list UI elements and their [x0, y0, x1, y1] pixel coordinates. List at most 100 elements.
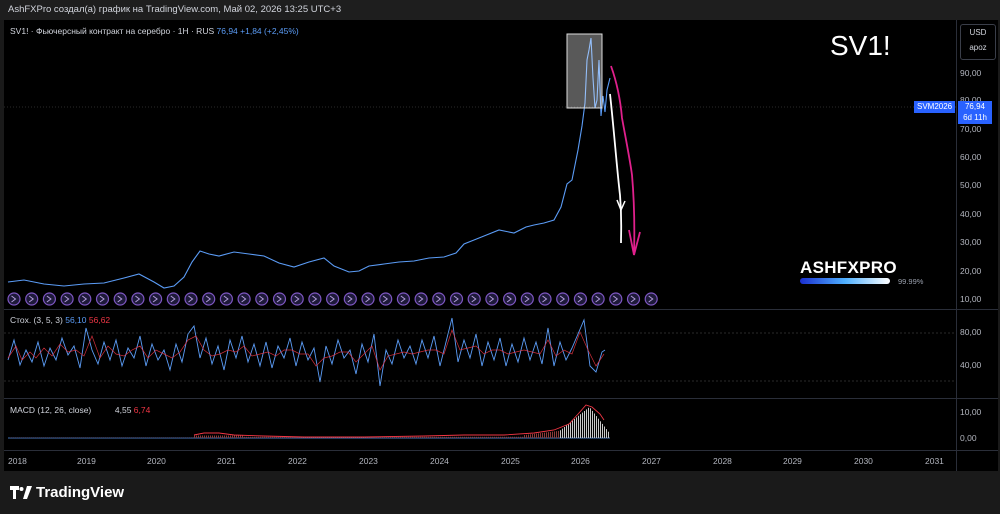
macd-bar [282, 436, 283, 438]
macd-bar [586, 409, 587, 438]
event-marker [626, 292, 641, 306]
macd-bar [394, 436, 395, 438]
time-axis-year: 2026 [571, 456, 590, 466]
macd-bar [408, 436, 409, 438]
macd-bar [280, 436, 281, 438]
last-price-tag: 76,94 6d 11h [958, 101, 992, 124]
macd-bar [452, 436, 453, 438]
macd-bar [446, 436, 447, 438]
macd-bar [420, 436, 421, 438]
macd-bar [262, 436, 263, 438]
macd-bar [588, 407, 589, 438]
macd-label: MACD (12, 26, close) [10, 405, 92, 415]
macd-bar [600, 421, 601, 438]
macd-bar [568, 423, 569, 438]
macd-bar [522, 436, 523, 438]
macd-bar [462, 436, 463, 438]
macd-bar [264, 436, 265, 438]
macd-bar [208, 435, 209, 438]
macd-bar [276, 436, 277, 438]
macd-bar [544, 432, 545, 438]
macd-bar [578, 415, 579, 438]
macd-legend[interactable]: MACD (12, 26, close) 4,55 6,74 [10, 405, 150, 415]
event-marker [308, 292, 322, 306]
macd-bar [492, 436, 493, 438]
macd-bar [436, 436, 437, 438]
macd-bar [228, 435, 229, 438]
macd-bar [518, 436, 519, 438]
chart-panel[interactable]: SV1! · Фьючерсный контракт на серебро · … [4, 20, 998, 471]
price-axis-tick: 20,00 [960, 266, 982, 276]
time-axis-year: 2021 [217, 456, 236, 466]
event-marker [326, 292, 340, 306]
stoch-axis-40: 40,00 [960, 360, 982, 370]
macd-bar [278, 436, 279, 438]
macd-bar [430, 436, 431, 438]
stoch-k-value: 56,10 [65, 315, 87, 325]
macd-bar [424, 436, 425, 438]
macd-bar [412, 436, 413, 438]
event-marker [503, 292, 517, 306]
macd-bar [230, 435, 231, 438]
tradingview-brand: TradingView [36, 484, 125, 501]
currency-code: USD [969, 28, 987, 37]
price-axis-tick: 90,00 [960, 68, 982, 78]
macd-bar [494, 436, 495, 438]
macd-bar [422, 436, 423, 438]
macd-bar [480, 436, 481, 438]
time-axis-year: 2020 [147, 456, 166, 466]
time-axis[interactable]: 2018 2019 2020 2021 2022 2023 2024 2025 2026 2027… [4, 451, 956, 471]
macd-bar [482, 436, 483, 438]
price-axis-tick: 40,00 [960, 209, 982, 219]
macd-bar [252, 436, 253, 438]
macd-bar [542, 432, 543, 438]
macd-bar [240, 435, 241, 438]
chart-canvas[interactable] [4, 20, 998, 471]
logo-progress-bar [800, 278, 890, 284]
event-marker [7, 292, 21, 306]
event-marker [609, 292, 623, 306]
event-marker [25, 292, 39, 306]
credit-line: AshFXPro создал(а) график на TradingView… [8, 4, 342, 15]
tradingview-logo[interactable]: TradingView [10, 484, 124, 501]
top-bar: AshFXPro создал(а) график на TradingView… [0, 0, 1000, 20]
price-change-value: +1,84 (+2,45%) [240, 26, 299, 36]
macd-bar [562, 428, 563, 438]
symbol-label: SV1! · Фьючерсный контракт на серебро · … [10, 26, 215, 36]
macd-bar [554, 431, 555, 438]
macd-bar [426, 436, 427, 438]
macd-bar [486, 436, 487, 438]
event-marker [343, 292, 357, 306]
macd-bar [194, 435, 195, 438]
event-marker [520, 292, 534, 306]
macd-bar [590, 408, 591, 438]
macd-bar [256, 436, 257, 438]
macd-bar [464, 436, 465, 438]
macd-bar [258, 436, 259, 438]
time-axis-year: 2018 [8, 456, 27, 466]
event-marker [556, 292, 570, 306]
time-axis-year: 2023 [359, 456, 378, 466]
event-marker [396, 292, 410, 306]
bar-countdown: 6d 11h [963, 113, 987, 122]
macd-bar [556, 431, 557, 438]
stoch-label: Стох. (3, 5, 3) [10, 315, 63, 325]
macd-bar [496, 436, 497, 438]
symbol-annotation: SV1! [830, 30, 891, 61]
macd-bar [528, 434, 529, 438]
macd-bar [608, 431, 609, 438]
macd-bar [532, 434, 533, 438]
macd-bar [584, 411, 585, 438]
macd-bar [416, 436, 417, 438]
main-legend[interactable]: SV1! · Фьючерсный контракт на серебро · … [10, 26, 299, 36]
event-marker [485, 292, 499, 306]
macd-bar [478, 436, 479, 438]
event-marker [591, 292, 605, 306]
macd-bar [558, 430, 559, 438]
macd-bar [432, 436, 433, 438]
time-axis-year: 2030 [854, 456, 873, 466]
currency-box[interactable]: USD apoz [960, 24, 996, 60]
stoch-legend[interactable]: Стох. (3, 5, 3) 56,10 56,62 [10, 315, 110, 325]
logo-progress-fill [800, 278, 890, 284]
macd-bar [410, 436, 411, 438]
